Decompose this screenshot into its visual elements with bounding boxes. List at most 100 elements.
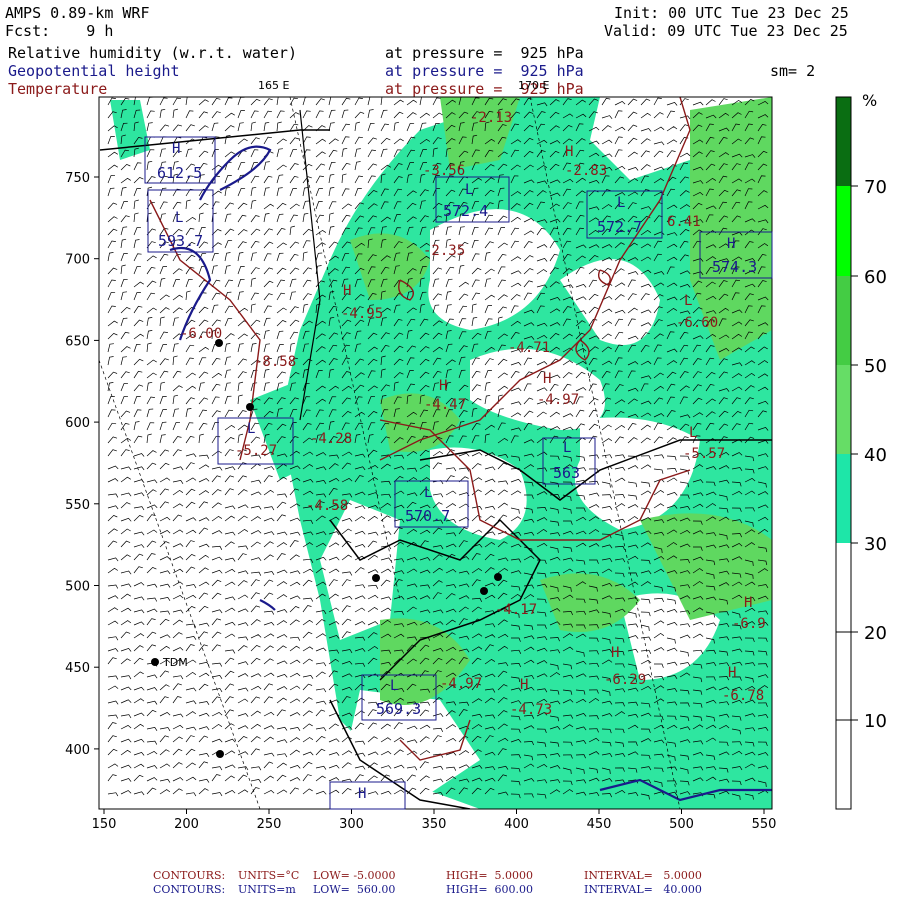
temp-value: 6.41 (667, 214, 701, 230)
temp-contour-high: HIGH= 5.0000 (446, 869, 534, 882)
height-contour-units: UNITS=m (238, 883, 296, 896)
temp-value: -4.97 (537, 392, 579, 408)
low-label: L (563, 440, 571, 456)
temp-contour-low: LOW= -5.0000 (313, 869, 396, 882)
box-value: 570.7 (405, 507, 450, 525)
x-tick-label: 450 (587, 817, 612, 832)
temp-value: -4.58 (306, 498, 348, 514)
high-label: H (343, 283, 351, 299)
box-value: 563 (553, 464, 580, 482)
temp-value: -6.00 (180, 326, 222, 342)
map-canvas: 150 200 250 300 350 400 450 500 550 750 700 650 600… (65, 91, 887, 832)
colorbar-tick: 40 (864, 445, 887, 466)
height-contour-interval: INTERVAL= 40.000 (584, 883, 702, 896)
high-label: H (543, 371, 551, 387)
y-tick-label: 550 (65, 498, 90, 513)
low-label: L (390, 678, 398, 694)
low-label: L (617, 195, 625, 211)
x-tick-label: 300 (339, 817, 364, 832)
height-contour-high: HIGH= 600.00 (446, 883, 534, 896)
temp-contour-units: UNITS=°C (238, 869, 300, 882)
station-dot (372, 574, 380, 582)
y-tick-label: 400 (65, 743, 90, 758)
temp-value: -6.60 (676, 315, 718, 331)
x-tick-label: 400 (504, 817, 529, 832)
station-dot-tdm (151, 658, 159, 666)
colorbar-tick: 30 (864, 534, 887, 555)
y-tick-label: 450 (65, 661, 90, 676)
high-label: H (358, 786, 366, 802)
temp-value: -4.28 (310, 431, 352, 447)
high-label: H (172, 141, 180, 157)
y-axis: 750 700 650 600 550 500 450 400 (65, 171, 99, 758)
box-value: 572.4 (443, 202, 488, 220)
temp-contour-interval: INTERVAL= 5.0000 (584, 869, 702, 882)
low-label: L (424, 485, 432, 501)
high-label: H (727, 236, 735, 252)
box-value: 574.3 (712, 258, 757, 276)
x-axis: 150 200 250 300 350 400 450 500 550 (92, 809, 777, 832)
colorbar-tick: 70 (864, 177, 887, 198)
temp-value: -6.9 (732, 616, 766, 632)
temp-value: -2.35 (423, 243, 465, 259)
box-value: 593.7 (158, 232, 203, 250)
temp-value: -6.78 (722, 688, 764, 704)
temp-value: -4.47 (424, 397, 466, 413)
box-value: 572.7 (597, 218, 642, 236)
temp-value: -5.57 (683, 446, 725, 462)
colorbar-segment (836, 543, 851, 809)
colorbar-segment (836, 186, 851, 276)
y-tick-label: 700 (65, 253, 90, 268)
y-tick-label: 500 (65, 580, 90, 595)
high-label: H (611, 645, 619, 661)
height-contour-low: LOW= 560.00 (313, 883, 396, 896)
colorbar-unit: % (862, 91, 877, 110)
temp-value: -2.83 (565, 163, 607, 179)
temp-value: -4.95 (341, 306, 383, 322)
temp-value: -4.97 (440, 676, 482, 692)
temp-value: -8.58 (254, 354, 296, 370)
x-tick-label: 250 (257, 817, 282, 832)
colorbar: % 70 60 50 40 30 20 10 (835, 91, 887, 810)
height-contour-label: CONTOURS: (153, 883, 226, 896)
station-label-tdm: TDM (162, 656, 188, 669)
temp-value: -4.73 (510, 702, 552, 718)
high-label: H (520, 677, 528, 693)
x-tick-label: 200 (174, 817, 199, 832)
low-label: L (689, 425, 697, 441)
box-value: 612.5 (157, 164, 202, 182)
colorbar-tick: 10 (864, 711, 887, 732)
temp-value: -5.27 (235, 443, 277, 459)
temp-value: -6.29 (604, 672, 646, 688)
colorbar-tick: 50 (864, 356, 887, 377)
temp-value: -4.71 (508, 340, 550, 356)
temp-value: -3.56 (423, 163, 465, 179)
colorbar-segment (836, 276, 851, 365)
station-dot (480, 587, 488, 595)
station-dot (216, 750, 224, 758)
high-label: H (744, 595, 752, 611)
station-dot (246, 403, 254, 411)
station-dot (494, 573, 502, 581)
low-label: L (247, 421, 255, 437)
x-tick-label: 150 (92, 817, 117, 832)
box-value: 569.3 (376, 700, 421, 718)
colorbar-tick: 60 (864, 267, 887, 288)
colorbar-segment (836, 365, 851, 454)
high-label: H (439, 378, 447, 394)
colorbar-tick: 20 (864, 623, 887, 644)
colorbar-segment (836, 454, 851, 543)
y-tick-label: 650 (65, 334, 90, 349)
low-label: L (175, 210, 183, 226)
x-tick-label: 500 (669, 817, 694, 832)
colorbar-segment (836, 97, 851, 186)
y-tick-label: 750 (65, 171, 90, 186)
x-tick-label: 350 (422, 817, 447, 832)
temp-value: -4.17 (495, 602, 537, 618)
temp-value: -2.13 (470, 110, 512, 126)
x-tick-label: 550 (752, 817, 777, 832)
y-tick-label: 600 (65, 416, 90, 431)
high-label: H (565, 144, 573, 160)
low-label: L (684, 293, 692, 309)
low-label: L (465, 182, 473, 198)
